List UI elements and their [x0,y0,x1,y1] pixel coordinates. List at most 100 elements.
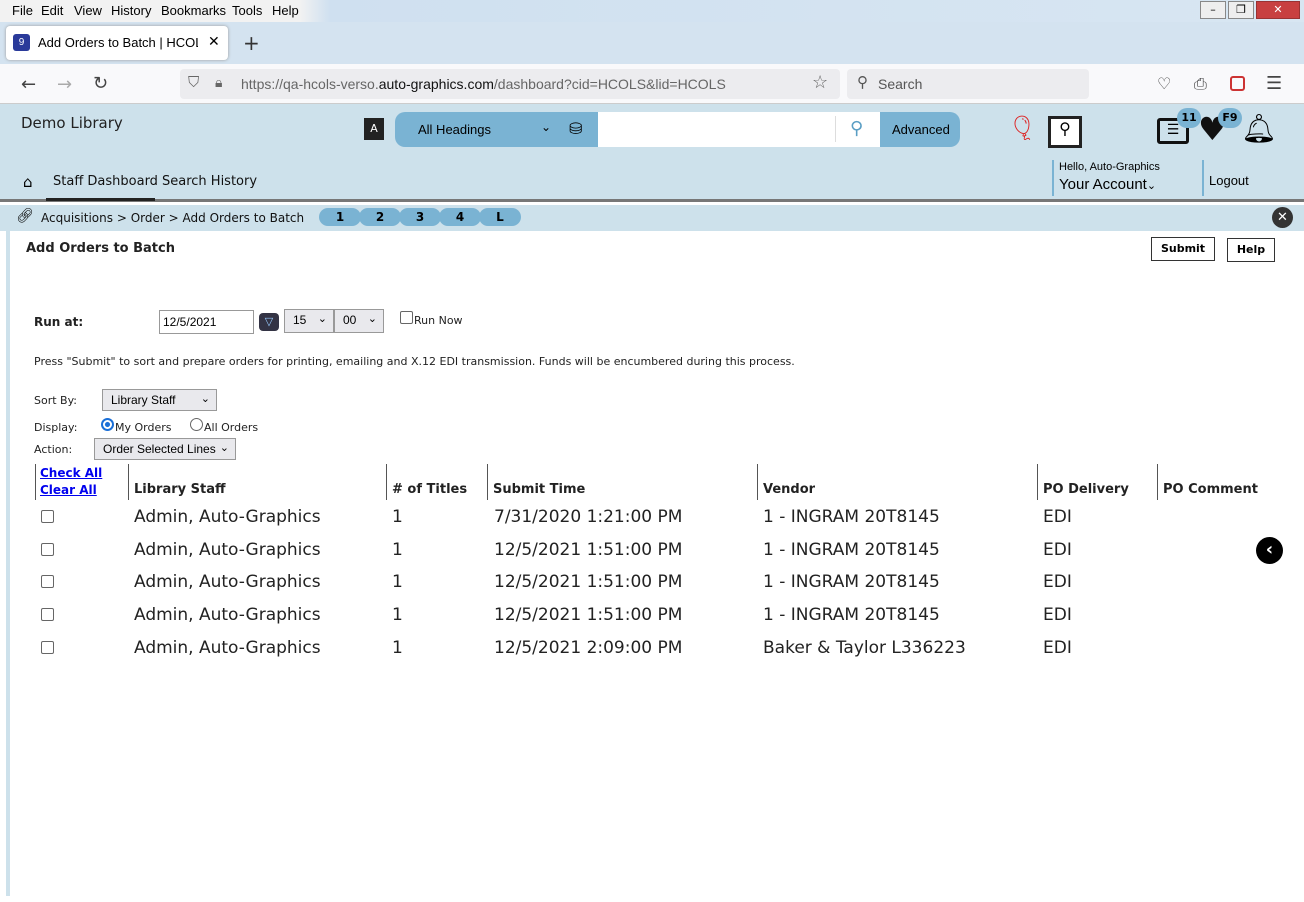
hour-value: 15 [293,313,307,327]
row-checkbox[interactable] [41,608,54,622]
search-input[interactable] [598,112,880,147]
run-now-checkbox[interactable] [400,311,413,324]
tab-close-icon[interactable]: ✕ [208,33,220,50]
cell-titles: 1 [392,605,403,626]
column-header-po-comment[interactable]: PO Comment [1163,482,1258,497]
breadcrumb-separator: > [116,211,127,225]
chevron-down-icon: ⌄ [1146,180,1157,192]
menu-history[interactable]: History [111,3,151,18]
breadcrumb: Acquisitions > Order > Add Orders to Bat… [41,211,304,225]
step-1[interactable]: 1 [319,208,361,226]
breadcrumb-order[interactable]: Order [131,211,165,225]
column-divider [386,464,387,500]
shield-icon[interactable]: ⛉ [188,74,199,91]
menu-edit[interactable]: Edit [41,3,63,18]
step-2[interactable]: 2 [359,208,401,226]
cell-submit-time: 12/5/2021 2:09:00 PM [494,637,683,658]
row-checkbox[interactable] [41,510,54,523]
column-header-submit-time[interactable]: Submit Time [493,482,585,497]
breadcrumb-separator: > [168,211,179,225]
cell-titles: 1 [392,572,403,593]
action-select[interactable]: Order Selected Lines ⌄ [94,438,236,460]
menu-view[interactable]: View [74,3,102,18]
action-label: Action: [34,443,73,456]
nav-search-history[interactable]: Search History [162,174,257,189]
cell-delivery: EDI [1043,605,1072,626]
cell-submit-time: 12/5/2021 1:51:00 PM [494,605,683,626]
check-all-link[interactable]: Check All [40,466,102,480]
cell-vendor: Baker & Taylor L336223 [763,637,966,658]
cell-vendor: 1 - INGRAM 20T8145 [763,507,940,527]
logout-link[interactable]: Logout [1209,173,1249,188]
hour-select[interactable]: 15 ⌄ [284,309,334,333]
forward-icon[interactable]: → [57,74,72,95]
my-orders-radio[interactable] [101,418,114,431]
pocket-icon[interactable]: ♡ [1157,74,1171,93]
hot-air-balloon-icon[interactable]: 🎈︎ [1007,114,1037,142]
favorites-badge: F9 [1218,108,1242,128]
menu-help[interactable]: Help [272,3,299,18]
home-icon[interactable]: ⌂ [23,173,33,191]
search-scope-select[interactable]: All Headings [418,122,491,137]
catalog-search-icon[interactable]: ⚲ [1048,116,1082,148]
print-icon[interactable]: ⎙ [1194,74,1207,94]
all-orders-radio[interactable] [190,418,203,431]
translate-icon[interactable]: A [364,118,384,140]
column-divider [757,464,758,500]
submit-button[interactable]: Submit [1151,237,1215,261]
column-header-titles[interactable]: # of Titles [392,482,467,497]
account-label: Your Account [1059,176,1147,193]
divider [1202,160,1204,196]
lock-icon[interactable]: 🔒︎ [215,74,222,91]
nav-staff-dashboard[interactable]: Staff Dashboard [53,174,158,189]
cell-delivery: EDI [1043,637,1072,658]
row-checkbox[interactable] [41,542,54,556]
minute-select[interactable]: 00 ⌄ [334,309,384,333]
minimize-button[interactable]: – [1200,1,1226,19]
window-close-button[interactable]: ✕ [1256,1,1300,19]
collapse-panel-chevron-left-icon[interactable]: ‹ [1256,537,1283,564]
search-submit-icon[interactable]: ⚲ [850,118,863,139]
step-4[interactable]: 4 [439,208,481,226]
notification-bell-icon[interactable]: 🔔︎ [1241,112,1277,145]
app-menu-icon[interactable]: ☰ [1266,73,1282,94]
step-3[interactable]: 3 [399,208,441,226]
help-button[interactable]: Help [1227,238,1275,262]
row-checkbox[interactable] [41,640,54,654]
breadcrumb-acquisitions[interactable]: Acquisitions [41,211,113,225]
menu-tools[interactable]: Tools [232,3,262,18]
maximize-button[interactable]: ❐ [1228,1,1254,19]
back-icon[interactable]: ← [21,74,36,95]
column-divider [35,464,36,500]
extension-icon[interactable] [1230,76,1245,91]
run-now-label: Run Now [414,314,463,327]
row-checkbox[interactable] [41,575,54,589]
advanced-search-button[interactable]: Advanced [892,122,950,137]
browser-search-input[interactable]: ⚲ Search [847,69,1089,99]
column-header-po-delivery[interactable]: PO Delivery [1043,482,1129,497]
column-header-vendor[interactable]: Vendor [763,482,815,497]
window-controls: – ❐ ✕ [1200,1,1300,19]
library-name: Demo Library [21,114,123,132]
browser-tab[interactable]: 9 Add Orders to Batch | HCOLS | H ✕ [6,26,228,60]
menu-bookmarks[interactable]: Bookmarks [161,3,226,18]
your-account-menu[interactable]: Your Account⌄ [1059,176,1156,193]
database-icon[interactable]: ⛁ [569,119,582,138]
sort-by-select[interactable]: Library Staff ⌄ [102,389,217,411]
reload-icon[interactable]: ↻ [93,73,108,94]
chevron-down-icon: ⌄ [317,313,327,325]
calendar-picker-icon[interactable]: ▽ [259,313,279,331]
breadcrumb-current: Add Orders to Batch [182,211,305,225]
close-icon[interactable]: ✕ [1272,207,1293,228]
column-header-library-staff[interactable]: Library Staff [134,482,226,497]
bookmark-star-icon[interactable]: ☆ [812,72,828,93]
browser-menu-bar: File Edit View History Bookmarks Tools H… [0,0,1304,22]
new-tab-button[interactable]: + [243,31,260,55]
cell-submit-time: 12/5/2021 1:51:00 PM [494,572,683,593]
url-bar[interactable]: ⛉ 🔒︎ https://qa-hcols-verso.auto-graphic… [180,69,840,99]
clear-all-link[interactable]: Clear All [40,483,97,497]
step-l[interactable]: L [479,208,521,226]
cell-submit-time: 12/5/2021 1:51:00 PM [494,539,683,560]
menu-file[interactable]: File [12,3,33,18]
run-date-input[interactable]: 12/5/2021 [159,310,254,334]
